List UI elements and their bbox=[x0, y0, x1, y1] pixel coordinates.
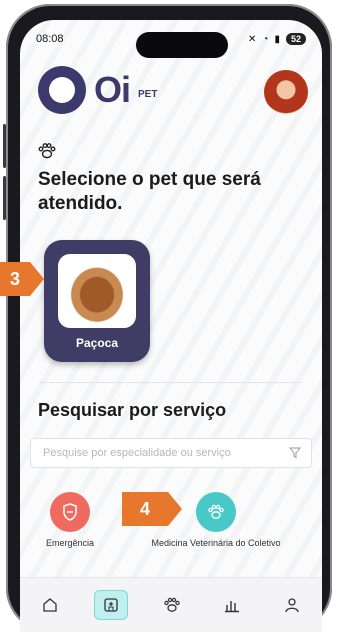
pet-name: Paçoca bbox=[75, 336, 119, 350]
volume-up-button bbox=[3, 124, 6, 168]
profile-icon[interactable] bbox=[276, 591, 308, 619]
bottom-nav bbox=[20, 577, 322, 632]
app-logo[interactable]: Oi PET bbox=[38, 66, 157, 114]
filter-icon[interactable] bbox=[289, 447, 301, 459]
signal-icon: ▮ bbox=[274, 33, 280, 45]
battery-indicator: 52 bbox=[285, 33, 306, 45]
paw-icon bbox=[196, 492, 236, 532]
annotation-marker-4: 4 bbox=[122, 492, 182, 526]
paw-icon[interactable] bbox=[156, 591, 188, 619]
camera-notch bbox=[136, 32, 228, 58]
logo-subtext: PET bbox=[138, 88, 158, 100]
home-icon[interactable] bbox=[34, 591, 66, 619]
status-time: 08:08 bbox=[36, 33, 64, 45]
hospital-icon[interactable] bbox=[94, 590, 128, 620]
service-label: Medicina Veterinária do Coletivo bbox=[151, 538, 281, 548]
select-pet-title: Selecione o pet que será atendido. bbox=[38, 169, 261, 214]
emergency-icon bbox=[50, 492, 90, 532]
wifi-icon: ◔ bbox=[262, 33, 269, 45]
pet-card[interactable]: Paçoca bbox=[44, 240, 150, 362]
mute-icon: ✕ bbox=[248, 33, 257, 45]
search-bar[interactable] bbox=[30, 438, 312, 468]
search-section-title: Pesquisar por serviço bbox=[38, 400, 227, 420]
annotation-marker-3: 3 bbox=[0, 262, 44, 296]
volume-down-button bbox=[3, 176, 6, 220]
pet-photo bbox=[58, 254, 136, 328]
annotation-label: 4 bbox=[139, 498, 150, 519]
chart-icon[interactable] bbox=[216, 591, 248, 619]
logo-circle-icon bbox=[38, 66, 86, 114]
logo-text: Oi bbox=[94, 69, 131, 110]
search-input[interactable] bbox=[41, 446, 285, 460]
section-divider bbox=[40, 382, 302, 383]
annotation-label: 3 bbox=[9, 268, 20, 289]
service-label: Emergência bbox=[45, 538, 95, 548]
service-emergencia[interactable]: Emergência bbox=[30, 492, 110, 548]
paw-icon bbox=[38, 143, 56, 164]
app-screen: 08:08 ✕ ◔ ▮ 52 Oi PET Selecione o pet qu… bbox=[20, 20, 322, 632]
status-icons: ✕ ◔ ▮ 52 bbox=[248, 33, 306, 45]
user-avatar[interactable] bbox=[264, 70, 308, 114]
